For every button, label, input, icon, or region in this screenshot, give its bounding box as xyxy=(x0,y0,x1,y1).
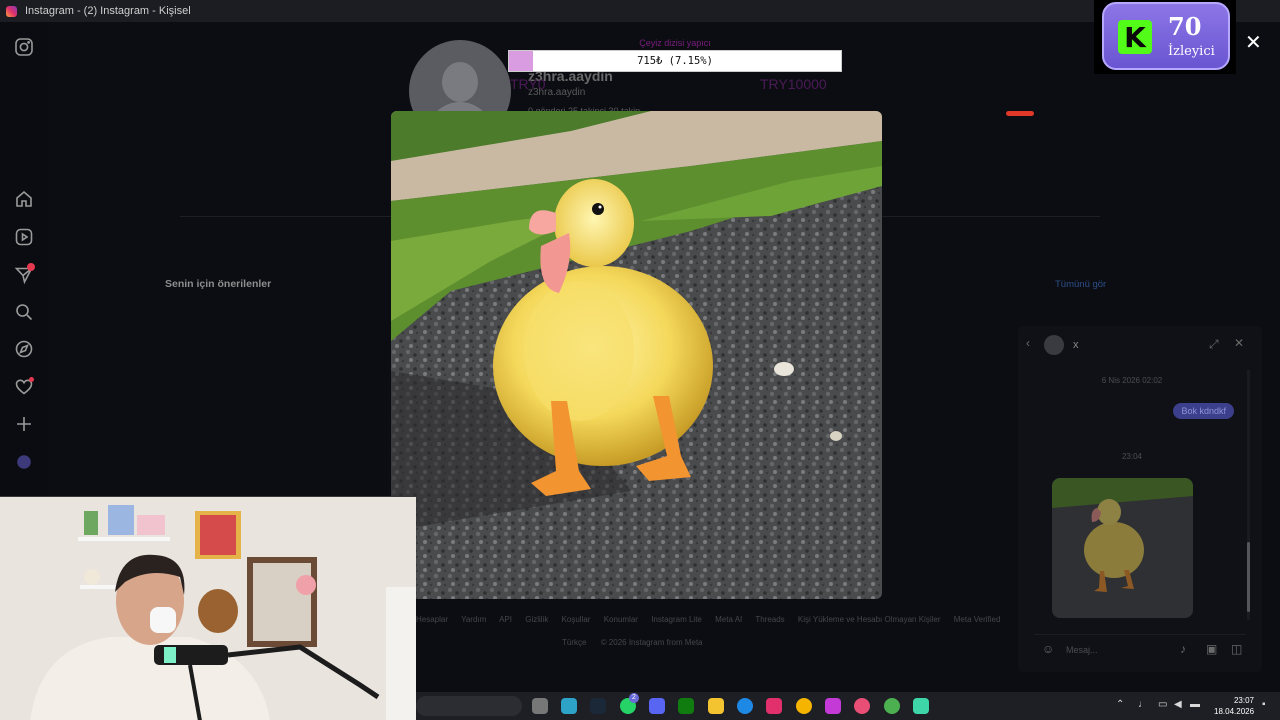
chat-scrollbar[interactable] xyxy=(1247,370,1250,620)
microphone-icon[interactable]: ♪ xyxy=(1180,642,1186,656)
chrome-profile-icon[interactable] xyxy=(884,698,900,714)
instagram-taskbar-icon[interactable] xyxy=(766,698,782,714)
messages-icon[interactable] xyxy=(14,263,35,285)
notifications-dot xyxy=(29,377,34,382)
emoji-icon[interactable]: ☺ xyxy=(1042,642,1054,656)
viewer-card: K 70 İzleyici xyxy=(1102,2,1230,70)
footer-link[interactable]: Koşullar xyxy=(562,615,591,624)
chat-date: 6 Nis 2026 02:02 xyxy=(1101,376,1163,385)
search-icon[interactable] xyxy=(14,302,34,322)
footer-link[interactable]: Hesaplar xyxy=(416,615,448,624)
whatsapp-app-icon[interactable]: 2 xyxy=(620,693,639,714)
chat-image-thumbnail[interactable] xyxy=(1052,478,1193,618)
discord-app-icon[interactable] xyxy=(649,698,665,714)
footer-link[interactable]: Threads xyxy=(755,615,784,624)
footer-links: Hesaplar Yardım API Gizlilik Koşullar Ko… xyxy=(416,615,1016,624)
red-marker xyxy=(1006,111,1034,116)
footer-copyright-row: Türkçe © 2026 Instagram from Meta xyxy=(562,638,715,647)
footer-link[interactable]: Konumlar xyxy=(604,615,638,624)
volume-icon[interactable]: ◀ xyxy=(1174,699,1182,710)
browser-app-icon[interactable] xyxy=(737,698,753,714)
viewer-count-widget: K 70 İzleyici xyxy=(1094,0,1236,74)
close-icon[interactable]: ✕ xyxy=(1245,30,1262,55)
app-icon[interactable] xyxy=(825,698,841,714)
home-icon[interactable] xyxy=(14,189,34,209)
chat-panel: ‹ x ⤢ ✕ 6 Nis 2026 02:02 Bok kdndkf 23:0… xyxy=(1018,326,1262,672)
chat-contact-name[interactable]: x xyxy=(1073,339,1079,351)
chat-message-bubble[interactable]: Bok kdndkf xyxy=(1173,403,1234,419)
network-icon[interactable]: ▭ xyxy=(1158,699,1167,710)
copyright-text: © 2026 Instagram from Meta xyxy=(600,638,703,647)
sidebar xyxy=(0,22,48,496)
viewer-count: 70 xyxy=(1168,12,1202,41)
viewer-label: İzleyici xyxy=(1168,44,1215,59)
taskbar: 2 ⌃ ♩ ▭ ◀ ▬ 23:07 18.04.2026 ▪ xyxy=(416,692,1280,720)
footer-link[interactable]: Meta Verified xyxy=(954,615,1001,624)
tray-chevron-icon[interactable]: ⌃ xyxy=(1116,699,1124,710)
donation-max-label: TRY10000 xyxy=(760,76,827,92)
donation-min-label: TRY0 xyxy=(510,76,546,92)
notifications-icon[interactable] xyxy=(14,377,34,397)
avatar-head xyxy=(442,62,478,102)
microphone-tray-icon[interactable]: ♩ xyxy=(1138,699,1148,710)
footer-link[interactable]: Gizlilik xyxy=(525,615,548,624)
instagram-app-icon xyxy=(6,5,17,17)
footer-link[interactable]: Yardım xyxy=(461,615,486,624)
chat-time: 23:04 xyxy=(1121,452,1143,461)
explore-icon[interactable] xyxy=(14,339,34,359)
suggestions-title: Senin için önerilenler xyxy=(165,278,272,290)
edge-app-icon[interactable] xyxy=(561,698,577,714)
chrome-app-icon[interactable] xyxy=(796,698,812,714)
whatsapp-badge: 2 xyxy=(629,693,639,703)
battery-icon[interactable]: ▬ xyxy=(1190,699,1200,710)
obs-app-icon[interactable] xyxy=(913,698,929,714)
clock-time: 23:07 xyxy=(1233,696,1254,705)
language-select[interactable]: Türkçe xyxy=(562,638,586,647)
chat-scrollbar-thumb[interactable] xyxy=(1247,542,1250,612)
create-icon[interactable] xyxy=(14,414,34,434)
expand-icon[interactable]: ⤢ xyxy=(1209,337,1219,352)
chat-close-icon[interactable]: ✕ xyxy=(1234,336,1244,350)
footer-link[interactable]: Kişi Yükleme ve Hesabı Olmayan Kişiler xyxy=(798,615,941,624)
xbox-app-icon[interactable] xyxy=(678,698,694,714)
reels-icon[interactable] xyxy=(14,227,34,247)
kick-logo-icon: K xyxy=(1118,20,1152,54)
image-upload-icon[interactable]: ▣ xyxy=(1206,642,1217,656)
back-arrow-icon[interactable]: ‹ xyxy=(1026,336,1030,350)
footer-link[interactable]: API xyxy=(499,615,512,624)
instagram-logo-icon[interactable] xyxy=(14,37,34,57)
donation-title: Çeyiz dizisi yapıcı xyxy=(639,38,711,48)
settings-app-icon[interactable] xyxy=(532,698,548,714)
notification-center-icon[interactable]: ▪ xyxy=(1262,699,1266,710)
messages-badge xyxy=(27,263,35,271)
footer-link[interactable]: Instagram Lite xyxy=(651,615,702,624)
window-title: Instagram - (2) Instagram - Kişisel xyxy=(25,5,191,17)
file-explorer-icon[interactable] xyxy=(708,698,724,714)
webcam-overlay xyxy=(0,496,416,720)
window-titlebar[interactable]: Instagram - (2) Instagram - Kişisel xyxy=(0,0,1280,22)
chat-header: ‹ x ⤢ ✕ xyxy=(1018,326,1262,364)
clock-date: 18.04.2026 xyxy=(1214,707,1255,716)
sticker-icon[interactable]: ◫ xyxy=(1231,642,1242,656)
taskbar-clock[interactable]: 23:07 18.04.2026 xyxy=(1214,695,1254,717)
chat-input-bar[interactable]: ☺ Mesaj... ♪ ▣ ◫ xyxy=(1034,634,1246,664)
post-image-duckling[interactable] xyxy=(391,111,882,599)
profile-icon[interactable] xyxy=(14,452,34,472)
steam-app-icon[interactable] xyxy=(590,698,606,714)
donation-progress-text: 715₺ (7.15%) xyxy=(637,55,713,67)
footer-link[interactable]: Meta AI xyxy=(715,615,742,624)
screen: Instagram - (2) Instagram - Kişisel z3hr… xyxy=(0,0,1280,720)
see-all-link[interactable]: Tümünü gör xyxy=(1055,279,1106,290)
chat-contact-avatar[interactable] xyxy=(1044,335,1064,355)
chat-input-placeholder[interactable]: Mesaj... xyxy=(1066,645,1098,655)
donation-progress-bar: 715₺ (7.15%) xyxy=(508,50,842,72)
app-icon[interactable] xyxy=(854,698,870,714)
taskbar-search[interactable] xyxy=(416,696,522,716)
